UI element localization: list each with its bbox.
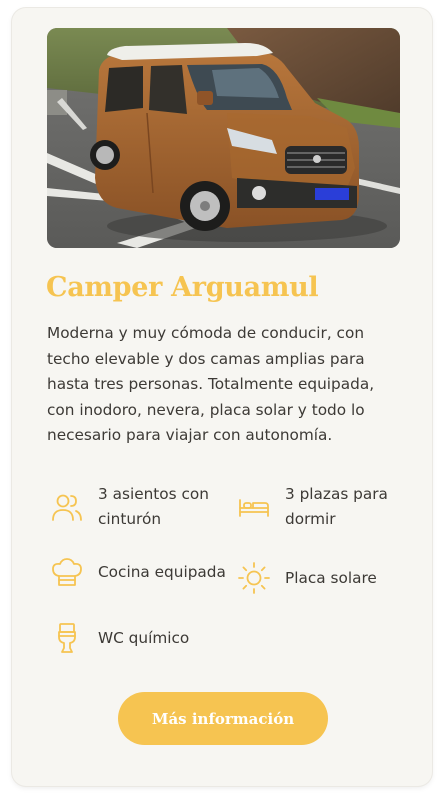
- people-icon: [50, 490, 84, 524]
- card-title: Camper Arguamul: [46, 272, 319, 303]
- more-info-button[interactable]: Más información: [118, 692, 328, 745]
- chef-hat-icon: [50, 555, 84, 589]
- bed-icon: [237, 490, 271, 524]
- feature-solar-label: Placa solare: [285, 568, 377, 587]
- feature-solar: Placa solare: [237, 561, 415, 595]
- feature-toilet-label: WC químico: [98, 628, 190, 647]
- camper-photo: [47, 28, 400, 248]
- feature-seats: 3 asientos con cinturón: [50, 482, 228, 532]
- feature-seats-label: 3 asientos con cinturón: [98, 485, 209, 528]
- toilet-icon: [50, 621, 84, 655]
- camper-card: Camper Arguamul Moderna y muy cómoda de …: [12, 8, 432, 786]
- card-description: Moderna y muy cómoda de conducir, con te…: [47, 324, 375, 444]
- feature-kitchen-label: Cocina equipada: [98, 562, 226, 581]
- feature-kitchen: Cocina equipada: [50, 555, 228, 589]
- feature-beds-label: 3 plazas para dormir: [285, 485, 388, 528]
- sun-icon: [237, 561, 271, 595]
- feature-beds: 3 plazas para dormir: [237, 482, 415, 532]
- feature-toilet: WC químico: [50, 621, 228, 655]
